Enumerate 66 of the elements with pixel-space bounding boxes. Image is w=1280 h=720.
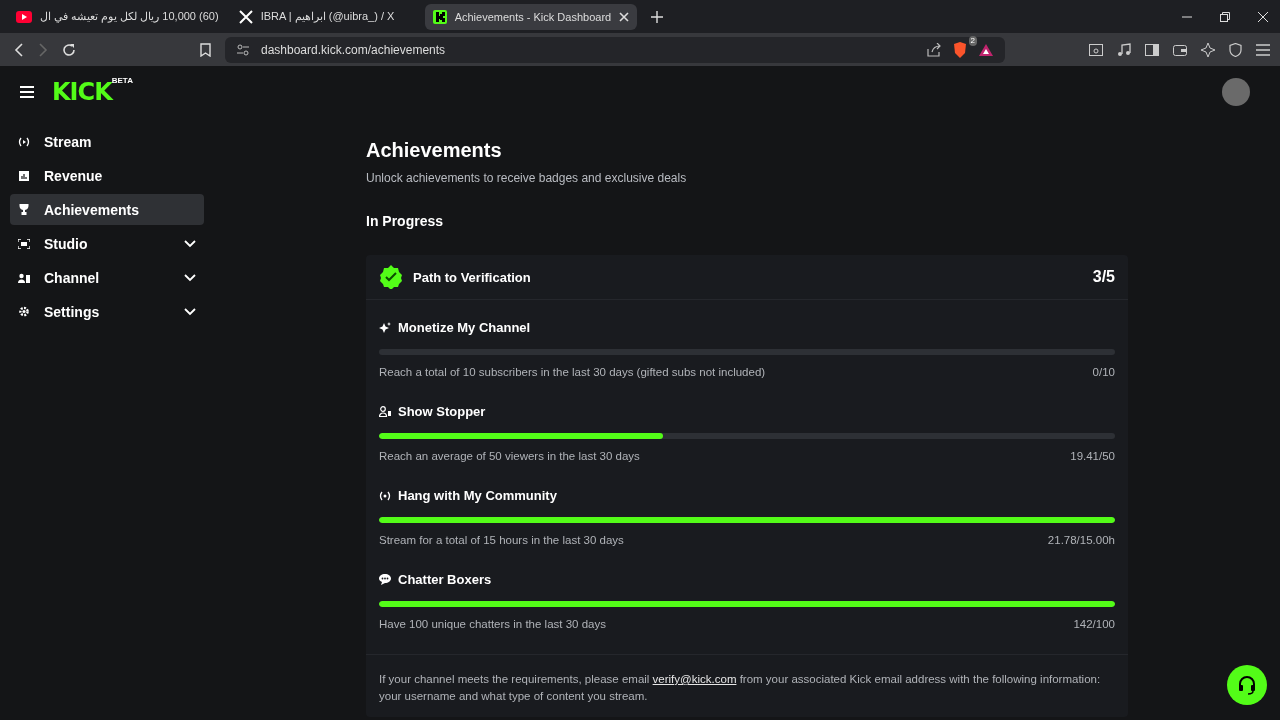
sidebar-item[interactable]: Studio <box>10 228 204 259</box>
wallet-icon[interactable] <box>1173 43 1187 56</box>
task-title: Show Stopper <box>398 404 486 419</box>
headset-icon <box>1237 675 1257 695</box>
task-count: 21.78/15.00h <box>1047 534 1115 546</box>
chat-bubble-icon <box>379 574 391 585</box>
sparkle-icon <box>379 321 391 334</box>
verification-note: If your channel meets the requirements, please email verify@kick.com from your associated Kick email address with the following information: your username and what type of content you stream. <box>366 654 1128 717</box>
task-count: 19.41/50 <box>1070 450 1115 462</box>
close-icon[interactable] <box>1258 11 1268 22</box>
k-logo-icon <box>432 9 447 24</box>
blocked-count: 2 <box>968 35 977 46</box>
sidebar-icon[interactable] <box>1145 43 1159 56</box>
card-title: Path to Verification <box>413 269 531 285</box>
support-button[interactable] <box>1227 665 1267 705</box>
screenshot-icon[interactable] <box>1089 43 1103 56</box>
task-description: Have 100 unique chatters in the last 30 days <box>379 618 606 630</box>
shield-icon[interactable] <box>1229 42 1242 57</box>
close-icon[interactable] <box>619 11 630 22</box>
task-title: Chatter Boxers <box>398 572 492 587</box>
trophy-icon <box>18 204 30 215</box>
sparkle-icon[interactable] <box>1201 42 1215 57</box>
kick-logo[interactable]: KICK <box>52 78 112 106</box>
verified-badge-icon <box>379 265 403 289</box>
people-icon <box>379 406 391 417</box>
sidebar-item[interactable]: Settings <box>10 296 204 327</box>
sidebar-item[interactable]: Channel <box>10 262 204 293</box>
x-logo-icon <box>238 9 253 24</box>
task-count: 142/100 <box>1073 618 1115 630</box>
task-title: Monetize My Channel <box>398 320 531 335</box>
section-heading: In Progress <box>366 213 445 229</box>
reload-icon[interactable] <box>62 42 76 57</box>
broadcast-icon <box>379 490 391 501</box>
people-icon <box>18 272 30 283</box>
back-icon[interactable] <box>14 42 24 57</box>
task-description: Stream for a total of 15 hours in the last 30 days <box>379 534 624 546</box>
bar-chart-icon <box>18 170 30 181</box>
browser-tab[interactable]: IBRA | ابراهيم (@uibra_) / X <box>230 3 421 30</box>
play-icon <box>16 10 32 23</box>
browser-tab[interactable]: Achievements - Kick Dashboard <box>424 3 638 30</box>
task-description: Reach an average of 50 viewers in the last 30 days <box>379 450 640 462</box>
page-title: Achievements <box>366 139 503 162</box>
restore-icon[interactable] <box>1220 11 1230 22</box>
site-settings-icon[interactable] <box>237 43 249 56</box>
page-subtitle: Unlock achievements to receive badges and exclusive deals <box>366 171 688 185</box>
browser-tab[interactable]: (60) 10,000 ريال لكل يوم تعيشه في ال <box>8 3 227 30</box>
sidebar-item[interactable]: Revenue <box>10 160 204 191</box>
address-bar[interactable]: dashboard.kick.com/achievements 2 <box>225 36 1005 63</box>
avatar[interactable] <box>1222 78 1250 106</box>
triangle-icon[interactable] <box>979 43 993 56</box>
progress-count: 3/5 <box>1092 268 1115 286</box>
email-link[interactable]: verify@kick.com <box>652 673 737 685</box>
screen-icon <box>18 238 30 249</box>
gear-icon <box>18 306 30 317</box>
broadcast-icon <box>18 136 30 147</box>
bookmark-icon[interactable] <box>200 42 211 57</box>
task-count: 0/10 <box>1092 366 1115 378</box>
sidebar-item[interactable]: Stream <box>10 126 204 157</box>
task-title: Hang with My Community <box>398 488 557 503</box>
lion-shield-icon[interactable] <box>953 41 967 58</box>
share-icon[interactable] <box>927 42 941 57</box>
task-description: Reach a total of 10 subscribers in the last 30 days (gifted subs not included) <box>379 366 766 378</box>
beta-label: BETA <box>111 76 133 85</box>
new-tab-icon[interactable] <box>651 10 664 23</box>
sidebar-item[interactable]: Achievements <box>10 194 204 225</box>
music-icon[interactable] <box>1117 42 1131 57</box>
